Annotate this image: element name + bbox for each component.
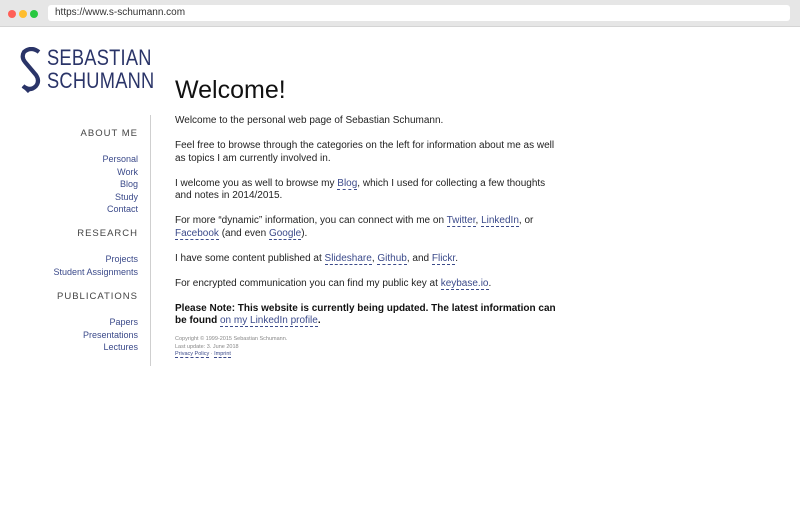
keybase-link[interactable]: keybase.io bbox=[440, 277, 489, 290]
nav-item-contact[interactable]: Contact bbox=[0, 203, 138, 216]
nav-item-blog[interactable]: Blog bbox=[0, 178, 138, 191]
facebook-link[interactable]: Facebook bbox=[175, 227, 219, 240]
text-span: , or bbox=[518, 215, 534, 226]
nav-item-personal[interactable]: Personal bbox=[0, 153, 138, 166]
text-span: For encrypted communication you can find… bbox=[175, 277, 441, 289]
content-body: Welcome to the personal web page of Seba… bbox=[175, 115, 560, 359]
nav-heading-research: RESEARCH bbox=[77, 228, 138, 239]
content-paragraph: I have some content published at Slidesh… bbox=[175, 252, 560, 266]
social-paragraph: For more “dynamic” information, you can … bbox=[175, 215, 560, 240]
blog-paragraph: I welcome you as well to browse my Blog,… bbox=[175, 177, 560, 203]
last-update-text: Last update: 3. June 2018 bbox=[175, 343, 239, 350]
logo-wordmark: SEBASTIAN SCHUMANN bbox=[47, 46, 154, 92]
sidebar: SEBASTIAN SCHUMANN ABOUT ME Personal Wor… bbox=[0, 27, 154, 528]
github-link[interactable]: Github bbox=[377, 252, 407, 265]
flickr-link[interactable]: Flickr bbox=[431, 252, 456, 265]
nav-heading-publications: PUBLICATIONS bbox=[57, 291, 138, 302]
copyright-text: Copyright © 1999-2015 Sebastian Schumann… bbox=[175, 336, 288, 342]
browse-paragraph: Feel free to browse through the categori… bbox=[175, 140, 555, 164]
footer-links: Privacy Policy · Imprint bbox=[175, 351, 560, 359]
slideshare-link[interactable]: Slideshare bbox=[324, 252, 372, 265]
text-span: I welcome you as well to browse my bbox=[175, 177, 338, 189]
nav-item-projects[interactable]: Projects bbox=[0, 253, 138, 266]
intro-paragraph: Welcome to the personal web page of Seba… bbox=[175, 115, 444, 126]
text-span: . bbox=[455, 252, 458, 264]
text-span: For more “dynamic” information, you can … bbox=[175, 215, 447, 226]
nav-item-presentations[interactable]: Presentations bbox=[0, 329, 138, 342]
logo-line-1: SEBASTIAN bbox=[47, 45, 152, 70]
text-span: (and even bbox=[218, 227, 269, 239]
twitter-link[interactable]: Twitter bbox=[446, 215, 476, 227]
site-logo[interactable]: SEBASTIAN SCHUMANN bbox=[20, 46, 154, 95]
nav-item-work[interactable]: Work bbox=[0, 166, 138, 179]
nav-item-student-assignments[interactable]: Student Assignments bbox=[0, 266, 138, 279]
maximize-window-icon[interactable] bbox=[30, 10, 38, 18]
nav-item-study[interactable]: Study bbox=[0, 191, 138, 204]
imprint-link[interactable]: Imprint bbox=[214, 351, 231, 358]
logo-s-icon bbox=[20, 47, 41, 93]
text-span: . bbox=[317, 315, 321, 326]
nav-publications: PUBLICATIONS Papers Presentations Lectur… bbox=[0, 291, 150, 354]
browser-toolbar: https://www.s-schumann.com bbox=[0, 0, 800, 27]
minimize-window-icon[interactable] bbox=[19, 10, 27, 18]
nav-about-me: ABOUT ME Personal Work Blog Study Contac… bbox=[0, 128, 150, 216]
nav-item-lectures[interactable]: Lectures bbox=[0, 341, 138, 354]
sidebar-divider bbox=[150, 115, 151, 366]
close-window-icon[interactable] bbox=[8, 10, 16, 18]
page-title: Welcome! bbox=[175, 76, 286, 104]
update-note: Please Note: This website is currently b… bbox=[175, 303, 560, 328]
page-footer: Copyright © 1999-2015 Sebastian Schumann… bbox=[175, 336, 560, 359]
linkedin-link[interactable]: LinkedIn bbox=[481, 215, 519, 227]
nav-item-papers[interactable]: Papers bbox=[0, 316, 138, 329]
nav-heading-about-me: ABOUT ME bbox=[80, 128, 138, 139]
linkedin-profile-link[interactable]: on my LinkedIn profile bbox=[220, 315, 318, 327]
privacy-policy-link[interactable]: Privacy Policy bbox=[175, 351, 210, 358]
text-span: I have some content published at bbox=[175, 252, 325, 264]
text-span: ). bbox=[301, 227, 308, 239]
address-bar[interactable]: https://www.s-schumann.com bbox=[48, 5, 790, 21]
keybase-paragraph: For encrypted communication you can find… bbox=[175, 277, 560, 291]
text-span: . bbox=[488, 277, 492, 289]
google-link[interactable]: Google bbox=[268, 227, 302, 240]
blog-link[interactable]: Blog bbox=[337, 177, 358, 190]
nav-research: RESEARCH Projects Student Assignments bbox=[0, 228, 150, 278]
text-span: , and bbox=[406, 252, 432, 264]
logo-line-2: SCHUMANN bbox=[47, 68, 155, 93]
